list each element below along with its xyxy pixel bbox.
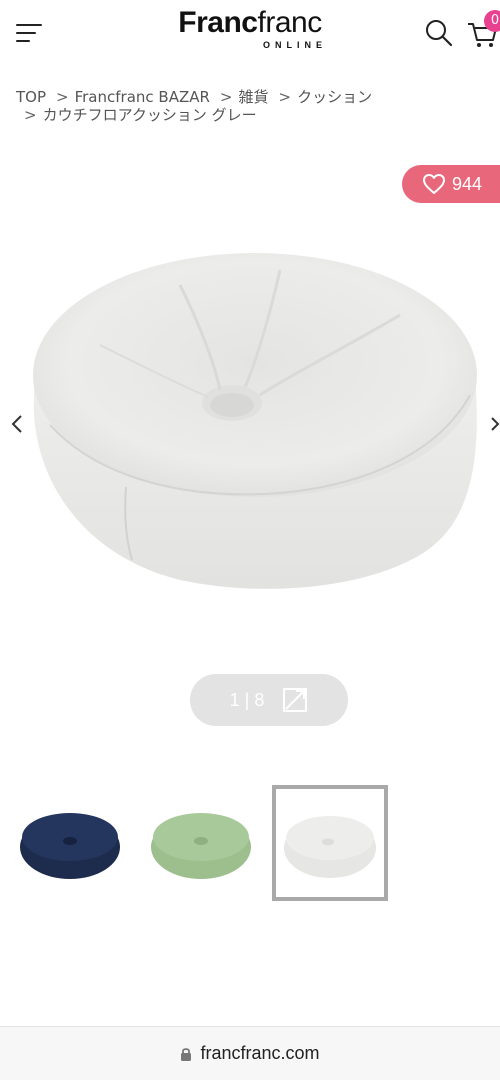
site-header: Francfranc ONLINE 0 bbox=[0, 0, 500, 68]
search-icon[interactable] bbox=[424, 18, 454, 48]
thumbnail-green[interactable] bbox=[143, 785, 259, 901]
favorite-count: 944 bbox=[452, 173, 483, 194]
breadcrumb-current: カウチフロアクッション グレー bbox=[42, 106, 257, 124]
favorite-button[interactable]: 944 bbox=[402, 165, 500, 203]
breadcrumb-separator: > bbox=[219, 88, 233, 106]
thumbnail-gray-selected[interactable] bbox=[272, 785, 388, 901]
image-counter[interactable]: 1 | 8 bbox=[190, 674, 348, 726]
breadcrumb-bazar[interactable]: Francfranc BAZAR bbox=[75, 88, 210, 106]
logo-bold-text: Franc bbox=[178, 6, 258, 39]
browser-address-bar[interactable]: francfranc.com bbox=[0, 1026, 500, 1080]
heart-icon bbox=[423, 174, 445, 194]
expand-icon bbox=[283, 688, 308, 712]
breadcrumb-cushion[interactable]: クッション bbox=[297, 88, 372, 106]
cart-count-badge: 0 bbox=[484, 10, 500, 32]
browser-url: francfranc.com bbox=[200, 1043, 320, 1063]
logo-light-text: franc bbox=[257, 6, 323, 39]
breadcrumb: TOP > Francfranc BAZAR > 雑貨 > クッション > カウチフロアクッシ… bbox=[16, 88, 486, 124]
breadcrumb-top[interactable]: TOP bbox=[16, 88, 46, 106]
thumbnail-navy[interactable] bbox=[12, 785, 128, 901]
breadcrumb-separator: > bbox=[24, 106, 37, 124]
image-counter-current: 1 bbox=[229, 689, 240, 710]
breadcrumb-separator: > bbox=[56, 88, 69, 106]
lock-icon bbox=[181, 1047, 192, 1061]
product-main-image[interactable] bbox=[20, 225, 490, 615]
breadcrumb-separator: > bbox=[278, 88, 292, 106]
breadcrumb-zakka[interactable]: 雑貨 bbox=[239, 88, 269, 106]
image-counter-separator: | bbox=[244, 689, 250, 710]
image-counter-total: 8 bbox=[254, 689, 265, 710]
